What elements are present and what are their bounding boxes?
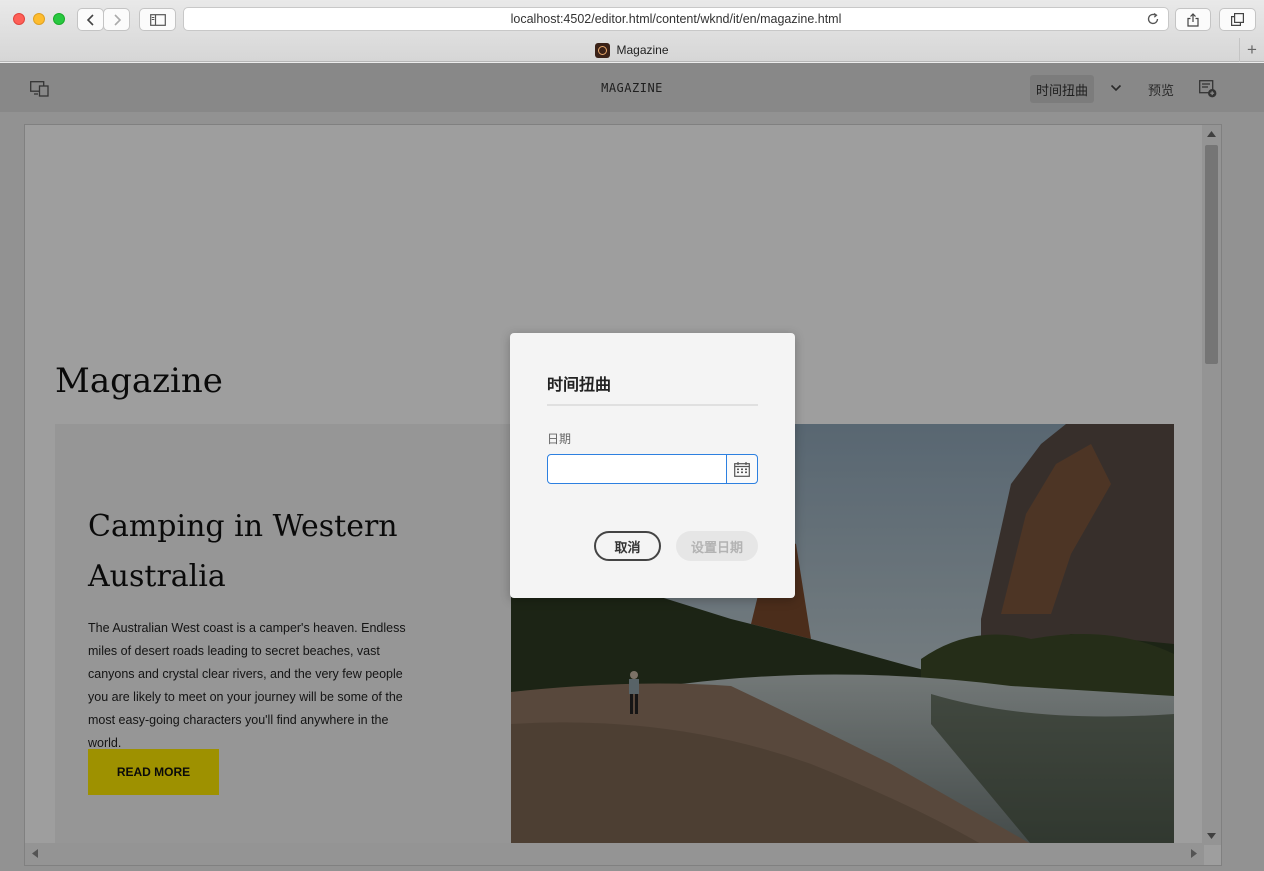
share-icon	[1187, 12, 1199, 27]
forward-button[interactable]	[103, 8, 130, 31]
cancel-button[interactable]: 取消	[594, 531, 661, 561]
zoom-window-button[interactable]	[53, 13, 65, 25]
timewarp-dialog: 时间扭曲 日期 取消 设置日期	[510, 333, 795, 598]
tabs-overview-button[interactable]	[1219, 8, 1256, 31]
set-date-button[interactable]: 设置日期	[676, 531, 758, 561]
plus-icon: +	[1247, 40, 1257, 59]
sidebar-icon	[149, 13, 166, 26]
new-tab-button[interactable]: +	[1239, 38, 1264, 62]
close-window-button[interactable]	[13, 13, 25, 25]
chevron-left-icon	[86, 13, 94, 26]
calendar-button[interactable]	[726, 454, 758, 484]
tabs-icon	[1231, 13, 1244, 26]
dialog-title: 时间扭曲	[547, 377, 612, 394]
active-tab[interactable]: Magazine	[0, 38, 1264, 62]
url-text: localhost:4502/editor.html/content/wknd/…	[510, 12, 842, 26]
chevron-right-icon	[113, 13, 121, 26]
reload-icon[interactable]	[1146, 12, 1160, 26]
browser-chrome: localhost:4502/editor.html/content/wknd/…	[0, 0, 1264, 62]
aem-favicon-icon	[595, 42, 611, 58]
date-input[interactable]	[547, 454, 727, 484]
calendar-icon	[734, 461, 750, 477]
address-bar[interactable]: localhost:4502/editor.html/content/wknd/…	[183, 7, 1169, 31]
minimize-window-button[interactable]	[33, 13, 45, 25]
sidebar-toggle-button[interactable]	[139, 8, 176, 31]
back-button[interactable]	[77, 8, 104, 31]
share-button[interactable]	[1175, 8, 1211, 31]
dialog-divider	[547, 404, 758, 406]
date-label: 日期	[547, 432, 572, 446]
tab-title: Magazine	[616, 43, 669, 57]
